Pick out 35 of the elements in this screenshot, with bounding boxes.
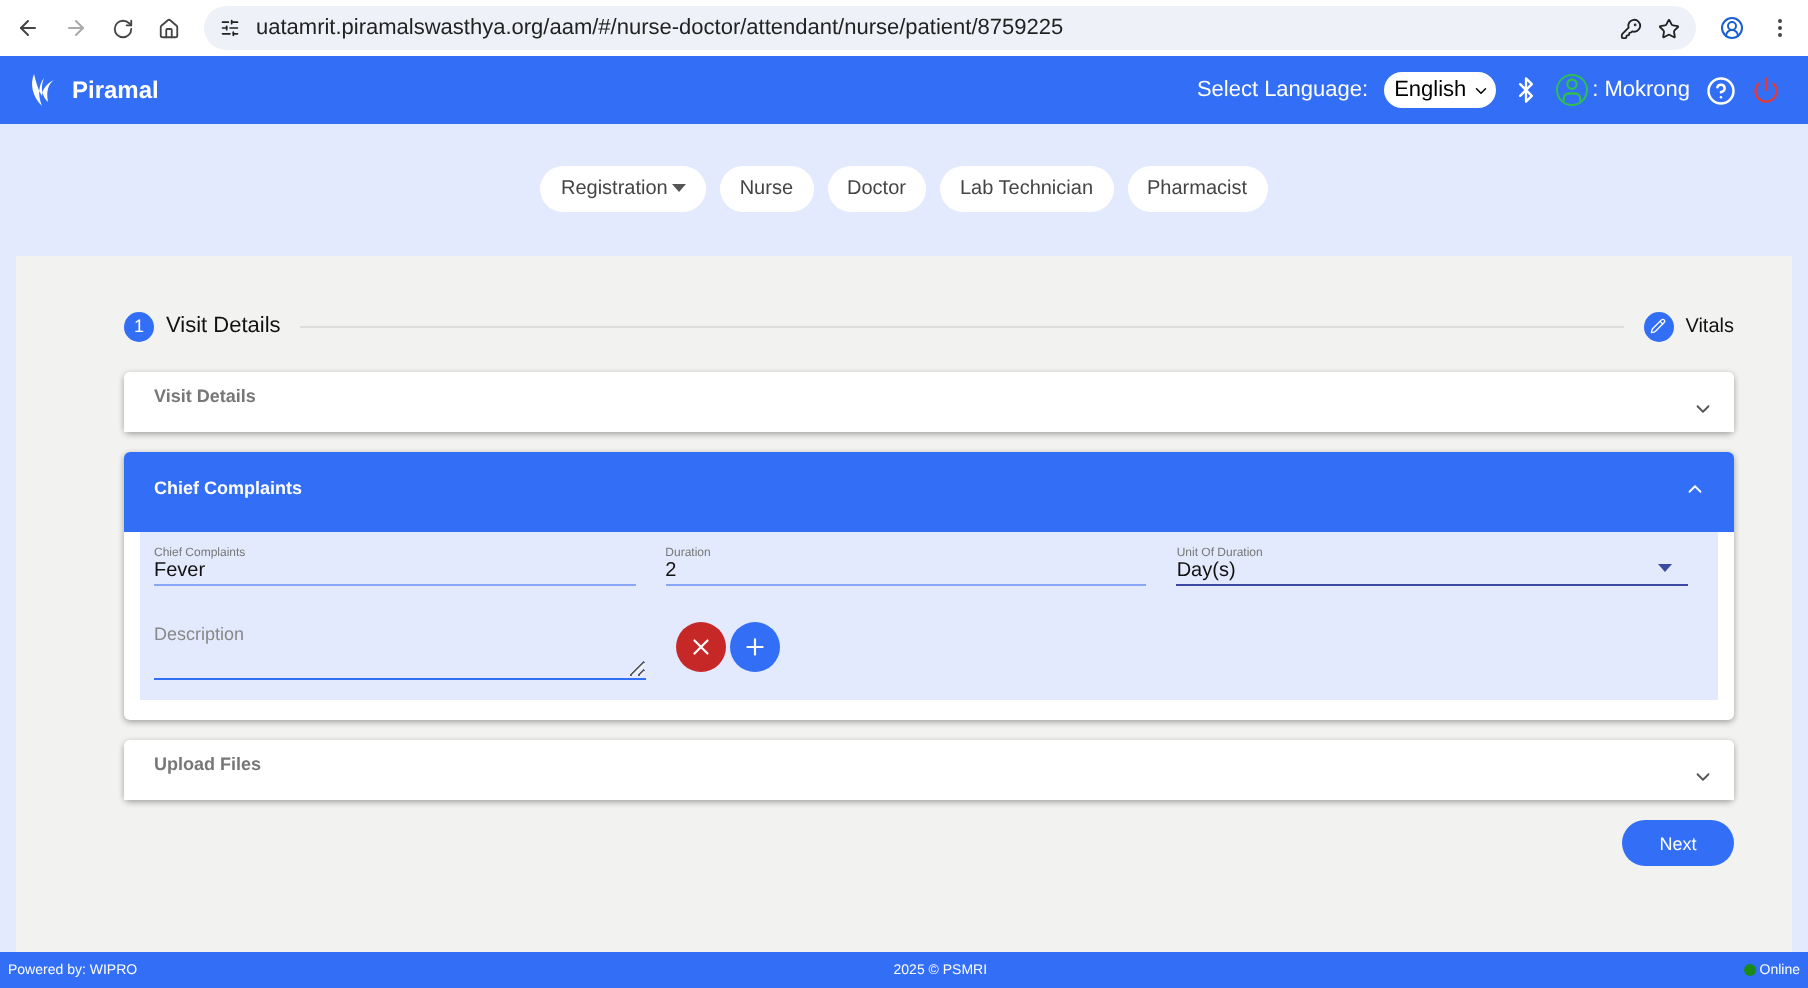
panel-header[interactable]: Visit Details: [124, 372, 1734, 432]
language-select[interactable]: English: [1384, 72, 1497, 108]
step-label: Vitals: [1685, 315, 1734, 337]
star-icon[interactable]: [1658, 17, 1680, 39]
brand-name: Piramal: [72, 76, 159, 104]
help-icon[interactable]: [1706, 75, 1736, 105]
add-button[interactable]: [729, 622, 780, 672]
remove-button[interactable]: [675, 622, 726, 672]
key-icon[interactable]: [1620, 17, 1642, 39]
home-icon[interactable]: [158, 17, 180, 39]
nav-tab[interactable]: Pharmacist: [1127, 165, 1268, 211]
panel-header[interactable]: Upload Files: [124, 740, 1734, 800]
plus-icon: [741, 634, 768, 660]
logo-icon: [28, 72, 56, 108]
nav-tab[interactable]: Nurse: [719, 165, 814, 211]
nav-tab[interactable]: Lab Technician: [939, 165, 1114, 211]
edit-icon: [1643, 311, 1674, 341]
language-label: Select Language:: [1196, 78, 1369, 102]
profile-icon[interactable]: [1720, 16, 1744, 40]
close-icon: [687, 634, 714, 660]
status-dot: [1743, 964, 1756, 976]
caret-icon[interactable]: [1658, 564, 1672, 572]
panel-header[interactable]: Chief Complaints: [124, 452, 1734, 532]
caret-icon: [671, 184, 686, 192]
step-number: 1: [124, 311, 154, 341]
user-name: : Mokrong: [1592, 78, 1690, 102]
address-bar[interactable]: uatamrit.piramalswasthya.org/aam/#/nurse-doctor/attendant/nurse/patient/8759225: [204, 6, 1696, 50]
next-button[interactable]: Next: [1622, 820, 1734, 866]
description-field[interactable]: Description: [154, 624, 646, 680]
site-settings-icon[interactable]: [220, 18, 240, 38]
nav-tab[interactable]: Registration: [540, 165, 706, 211]
step-label: Visit Details: [166, 314, 281, 338]
back-icon[interactable]: [16, 16, 40, 40]
reload-icon[interactable]: [112, 17, 134, 39]
nav-tab[interactable]: Doctor: [827, 165, 926, 211]
